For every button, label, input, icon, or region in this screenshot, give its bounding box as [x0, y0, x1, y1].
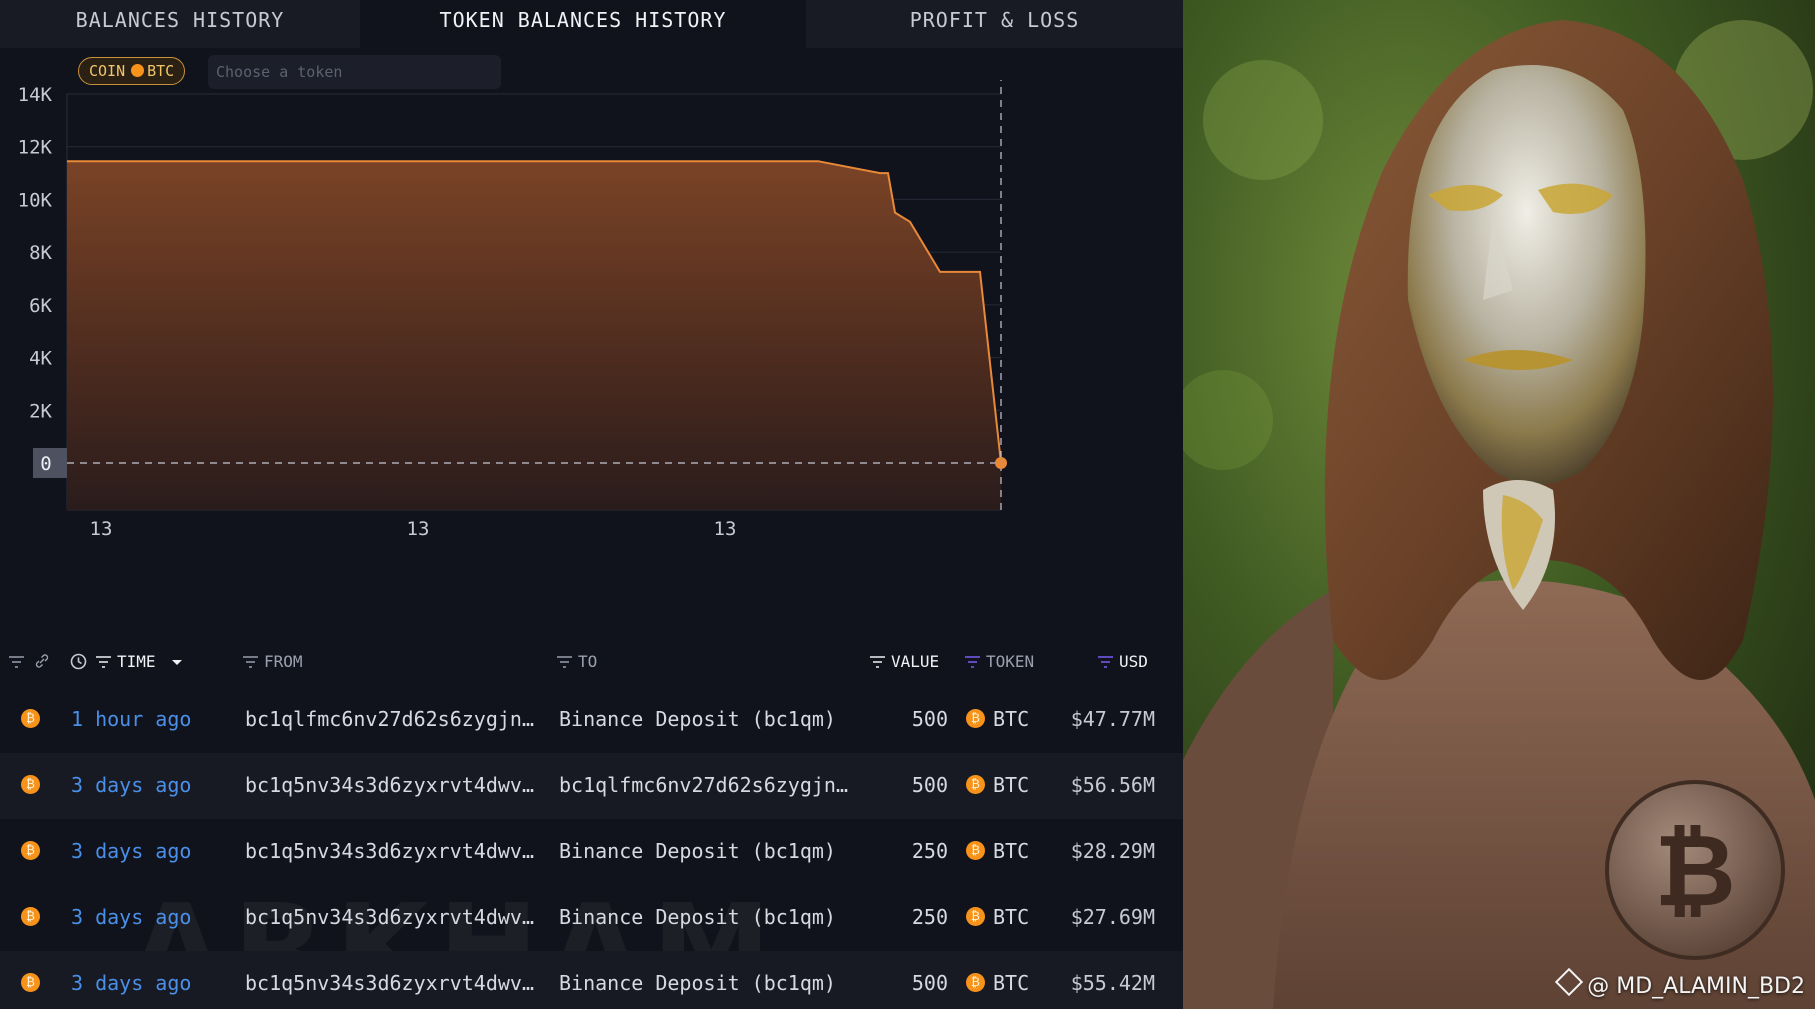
column-usd[interactable]: USD [1098, 652, 1148, 671]
tab-bar: BALANCES HISTORY TOKEN BALANCES HISTORY … [0, 0, 1183, 48]
x-tick-label: 13 [407, 518, 430, 540]
column-token[interactable]: TOKEN [965, 652, 1034, 671]
x-tick-label: 13 [90, 518, 113, 540]
table-row[interactable]: ₿ 3 days ago bc1q5nv34s3d6zyxrvt4dwv… Bi… [0, 819, 1183, 885]
clock-icon [70, 652, 87, 671]
btc-coin-icon: ₿ [966, 907, 985, 926]
link-icon[interactable] [34, 652, 50, 671]
time-link[interactable]: 3 days ago [71, 905, 191, 929]
balance-area [67, 161, 1001, 510]
btc-coin-icon: ₿ [21, 775, 40, 794]
token-symbol[interactable]: BTC [993, 773, 1029, 797]
column-from-label: FROM [264, 652, 303, 671]
usd-amount: $28.29M [1070, 839, 1155, 863]
time-link[interactable]: 1 hour ago [71, 707, 191, 731]
from-address[interactable]: bc1q5nv34s3d6zyxrvt4dwv… [245, 905, 534, 929]
y-tick-label: 6K [29, 295, 52, 317]
token-symbol[interactable]: BTC [993, 839, 1029, 863]
token-symbol[interactable]: BTC [993, 905, 1029, 929]
column-token-label: TOKEN [986, 652, 1035, 671]
photo-credit-text: @ MD_ALAMIN_BD2 [1587, 974, 1805, 999]
usd-amount: $47.77M [1070, 707, 1155, 731]
satoshi-statue-photo: ₿ [1183, 0, 1815, 1009]
table-row[interactable]: ₿ 1 hour ago bc1qlfmc6nv27d62s6zygjn… Bi… [0, 687, 1183, 753]
column-time-label: TIME [117, 652, 156, 671]
value-amount: 500 [911, 773, 948, 797]
coin-symbol-label: BTC [147, 62, 175, 80]
bitcoin-symbol-engraving: ₿ [1654, 812, 1736, 929]
btc-coin-icon: ₿ [21, 841, 40, 860]
arkham-panel: BALANCES HISTORY TOKEN BALANCES HISTORY … [0, 0, 1183, 1009]
table-row[interactable]: ₿ 3 days ago bc1q5nv34s3d6zyxrvt4dwv… Bi… [0, 885, 1183, 951]
usd-amount: $55.42M [1070, 971, 1155, 995]
btc-coin-icon: ₿ [21, 709, 40, 728]
time-link[interactable]: 3 days ago [71, 839, 191, 863]
from-address[interactable]: bc1q5nv34s3d6zyxrvt4dwv… [245, 971, 534, 995]
usd-amount: $56.56M [1070, 773, 1155, 797]
y-tick-label: 0 [40, 453, 51, 475]
to-address[interactable]: Binance Deposit (bc1qm) [559, 839, 836, 863]
y-tick-label: 4K [29, 348, 52, 370]
y-tick-label: 14K [18, 84, 53, 106]
btc-coin-icon: ₿ [21, 907, 40, 926]
from-address[interactable]: bc1q5nv34s3d6zyxrvt4dwv… [245, 839, 534, 863]
usd-amount: $27.69M [1070, 905, 1155, 929]
btc-coin-icon: ₿ [966, 775, 985, 794]
btc-coin-icon: ₿ [966, 841, 985, 860]
column-value-label: VALUE [891, 652, 940, 671]
to-address[interactable]: Binance Deposit (bc1qm) [559, 905, 836, 929]
table-row[interactable]: ₿ 3 days ago bc1q5nv34s3d6zyxrvt4dwv… Bi… [0, 951, 1183, 1009]
btc-coin-icon: ₿ [966, 709, 985, 728]
token-balance-chart: 14K 12K 10K 8K 6K 4K 2K 0 13 13 13 [18, 80, 1007, 540]
value-amount: 250 [911, 839, 948, 863]
x-tick-label: 13 [714, 518, 737, 540]
from-address[interactable]: bc1qlfmc6nv27d62s6zygjn… [245, 707, 534, 731]
column-usd-label: USD [1119, 652, 1148, 671]
value-amount: 250 [911, 905, 948, 929]
table-header: TIME FROM TO VALUE TOKEN USD [0, 640, 1183, 684]
photo-credit: @ MD_ALAMIN_BD2 [1555, 967, 1805, 999]
column-time[interactable]: TIME [96, 652, 183, 671]
diamond-logo-icon [1555, 967, 1584, 997]
column-to[interactable]: TO [557, 652, 597, 671]
to-address[interactable]: Binance Deposit (bc1qm) [559, 971, 836, 995]
coin-kind-label: COIN [89, 62, 126, 80]
y-tick-label: 2K [29, 400, 52, 422]
time-link[interactable]: 3 days ago [71, 971, 191, 995]
value-amount: 500 [911, 707, 948, 731]
to-address[interactable]: Binance Deposit (bc1qm) [559, 707, 836, 731]
column-value[interactable]: VALUE [870, 652, 939, 671]
btc-coin-icon [131, 64, 145, 77]
filter-icon[interactable] [9, 652, 30, 671]
current-point-marker [995, 457, 1007, 469]
from-address[interactable]: bc1q5nv34s3d6zyxrvt4dwv… [245, 773, 534, 797]
to-address[interactable]: bc1qlfmc6nv27d62s6zygjn… [559, 773, 848, 797]
value-amount: 500 [911, 971, 948, 995]
tab-token-balances-history[interactable]: TOKEN BALANCES HISTORY [360, 0, 806, 48]
token-symbol[interactable]: BTC [993, 971, 1029, 995]
btc-coin-icon: ₿ [21, 973, 40, 992]
column-to-label: TO [578, 652, 598, 671]
tab-profit-loss[interactable]: PROFIT & LOSS [806, 0, 1183, 48]
time-link[interactable]: 3 days ago [71, 773, 191, 797]
y-tick-label: 10K [18, 189, 53, 211]
column-from[interactable]: FROM [243, 652, 303, 671]
sort-desc-icon [172, 660, 183, 665]
tab-balances-history[interactable]: BALANCES HISTORY [0, 0, 360, 48]
token-symbol[interactable]: BTC [993, 707, 1029, 731]
y-tick-label: 12K [18, 137, 53, 159]
btc-coin-icon: ₿ [966, 973, 985, 992]
y-tick-label: 8K [29, 242, 52, 264]
table-row[interactable]: ₿ 3 days ago bc1q5nv34s3d6zyxrvt4dwv… bc… [0, 753, 1183, 819]
